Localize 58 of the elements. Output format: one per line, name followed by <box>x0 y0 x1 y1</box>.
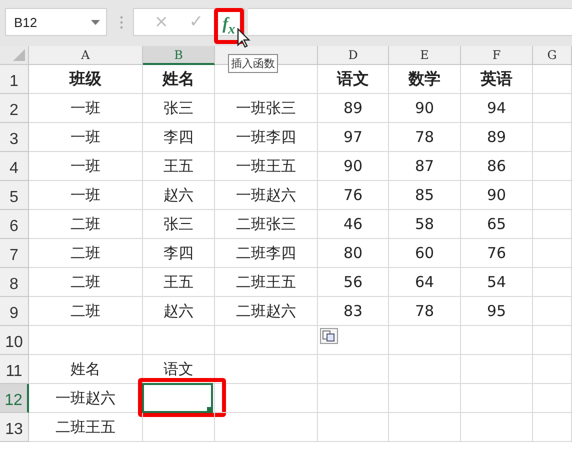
table-cell: 英语 <box>461 65 533 94</box>
table-cell: 二班赵六 <box>215 297 318 326</box>
table-cell: 一班 <box>29 152 143 181</box>
table-cell: 一班 <box>29 94 143 123</box>
table-cell: 二班 <box>29 210 143 239</box>
table-cell: 46 <box>318 210 389 239</box>
table-cell: 班级 <box>29 65 143 94</box>
table-cell: 语文 <box>143 355 215 384</box>
table-cell: 二班 <box>29 297 143 326</box>
table-cell: 姓名 <box>143 65 215 94</box>
table-cell: 张三 <box>143 94 215 123</box>
table-cell: 一班赵六 <box>29 384 143 413</box>
table-cell: 97 <box>318 123 389 152</box>
table-cell: 二班 <box>29 239 143 268</box>
table-cell: 二班王五 <box>29 413 143 442</box>
table-cell: 80 <box>318 239 389 268</box>
table-cell: 一班王五 <box>215 152 318 181</box>
table-cell: 二班 <box>29 268 143 297</box>
table-cell: 一班 <box>29 181 143 210</box>
table-cell: 赵六 <box>143 297 215 326</box>
table-cell: 一班张三 <box>215 94 318 123</box>
table-cell: 64 <box>389 268 461 297</box>
table-cell: 二班张三 <box>215 210 318 239</box>
table-cell: 李四 <box>143 239 215 268</box>
table-cell: 90 <box>389 94 461 123</box>
table-cell: 94 <box>461 94 533 123</box>
table-cell: 56 <box>318 268 389 297</box>
table-cell: 54 <box>461 268 533 297</box>
table-cell: 二班王五 <box>215 268 318 297</box>
table-cell: 86 <box>461 152 533 181</box>
table-cell: 60 <box>389 239 461 268</box>
table-cell: 76 <box>461 239 533 268</box>
table-cell: 张三 <box>143 210 215 239</box>
table-cell: 85 <box>389 181 461 210</box>
table-cell: 90 <box>461 181 533 210</box>
table-cell: 78 <box>389 123 461 152</box>
table-cell: 95 <box>461 297 533 326</box>
table-cell: 89 <box>461 123 533 152</box>
table-cell: 78 <box>389 297 461 326</box>
tooltip: 插入函数 <box>228 54 278 73</box>
table-cell: 李四 <box>143 123 215 152</box>
table-cell: 90 <box>318 152 389 181</box>
table-cell: 王五 <box>143 152 215 181</box>
table-cell: 二班李四 <box>215 239 318 268</box>
table-cell: 58 <box>389 210 461 239</box>
table-cell: 一班李四 <box>215 123 318 152</box>
table-cell: 姓名 <box>29 355 143 384</box>
table-cell: 89 <box>318 94 389 123</box>
table-cell: 76 <box>318 181 389 210</box>
table-cell: 83 <box>318 297 389 326</box>
table-cell: 一班赵六 <box>215 181 318 210</box>
table-cell: 赵六 <box>143 181 215 210</box>
table-cell: 一班 <box>29 123 143 152</box>
table-cell: 数学 <box>389 65 461 94</box>
table-cell: 语文 <box>318 65 389 94</box>
table-cell: 65 <box>461 210 533 239</box>
table-cell: 87 <box>389 152 461 181</box>
table-cell: 王五 <box>143 268 215 297</box>
